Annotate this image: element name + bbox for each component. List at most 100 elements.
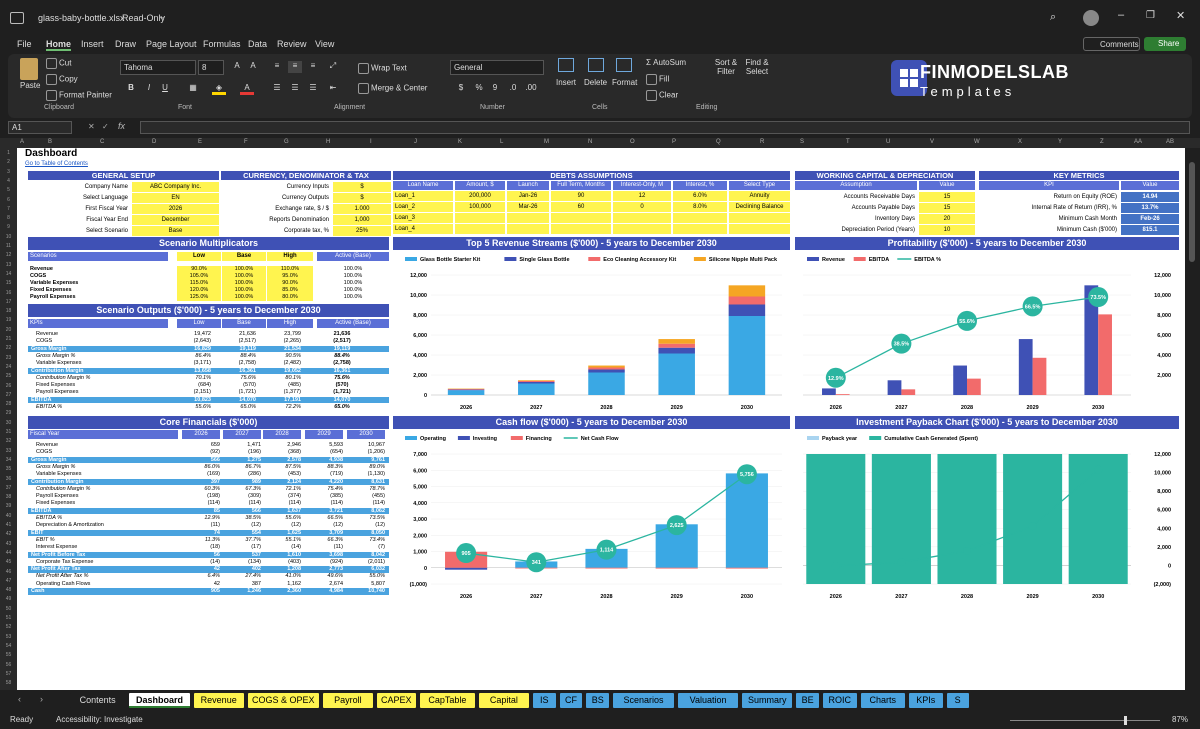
row-number[interactable]: 32 <box>2 438 15 444</box>
align-top-icon[interactable]: ≡ <box>270 61 284 73</box>
fill-color-icon[interactable]: ◈ <box>212 83 226 95</box>
row-number[interactable]: 52 <box>2 624 15 630</box>
format-painter-button[interactable]: Format Painter <box>46 90 112 101</box>
sheet-tab[interactable]: CAPEX <box>376 693 416 708</box>
percent-icon[interactable]: % <box>472 83 486 95</box>
row-number[interactable]: 3 <box>2 169 15 175</box>
row-number[interactable]: 31 <box>2 429 15 435</box>
sheet-tab[interactable]: CF <box>559 693 583 708</box>
row-number[interactable]: 27 <box>2 392 15 398</box>
align-right-icon[interactable]: ☰ <box>306 83 320 95</box>
column-header-cell[interactable]: S <box>800 139 804 145</box>
row-number[interactable]: 5 <box>2 187 15 193</box>
debt-value[interactable] <box>507 213 549 223</box>
sm-value[interactable]: 105.0% <box>177 273 221 280</box>
row-number[interactable]: 34 <box>2 457 15 463</box>
copy-button[interactable]: Copy <box>46 74 78 85</box>
paste-icon[interactable] <box>20 58 38 80</box>
decrease-decimal-icon[interactable]: .00 <box>524 83 538 95</box>
column-header-cell[interactable]: B <box>48 139 52 145</box>
sheet-tab[interactable]: COGS & OPEX <box>247 693 319 708</box>
debt-value[interactable]: Annuity <box>729 191 790 201</box>
row-number[interactable]: 16 <box>2 290 15 296</box>
next-sheet-icon[interactable]: › <box>40 694 43 704</box>
sm-value[interactable]: 110.0% <box>267 266 313 273</box>
row-number[interactable]: 4 <box>2 178 15 184</box>
sheet-tab[interactable]: ROIC <box>823 693 857 708</box>
row-number[interactable]: 46 <box>2 569 15 575</box>
restore-icon[interactable]: ❐ <box>1146 10 1155 21</box>
search-icon[interactable]: ⌕ <box>1050 11 1056 24</box>
zoom-slider-handle[interactable] <box>1124 716 1127 725</box>
increase-font-icon[interactable]: A <box>230 61 244 73</box>
autosum-button[interactable]: Σ AutoSum <box>646 58 686 67</box>
debt-value[interactable] <box>613 224 671 234</box>
align-left-icon[interactable]: ☰ <box>270 83 284 95</box>
column-header-cell[interactable]: U <box>886 139 890 145</box>
debt-value[interactable]: 0 <box>613 202 671 212</box>
underline-icon[interactable]: U <box>158 83 172 95</box>
row-number[interactable]: 54 <box>2 643 15 649</box>
sm-value[interactable]: 90.0% <box>177 266 221 273</box>
row-number[interactable]: 47 <box>2 578 15 584</box>
currency-value[interactable]: 1.000 <box>333 204 391 214</box>
format-button[interactable]: Format <box>612 78 637 87</box>
row-number[interactable]: 13 <box>2 262 15 268</box>
general-setup-value[interactable]: December <box>132 215 219 225</box>
enter-icon[interactable]: ✓ <box>102 122 109 131</box>
row-number[interactable]: 37 <box>2 485 15 491</box>
align-bottom-icon[interactable]: ≡ <box>306 61 320 73</box>
italic-icon[interactable]: I <box>142 83 156 95</box>
prev-sheet-icon[interactable]: ‹ <box>18 694 21 704</box>
row-number[interactable]: 51 <box>2 615 15 621</box>
row-number[interactable]: 29 <box>2 410 15 416</box>
avatar[interactable] <box>1083 10 1099 26</box>
delete-button[interactable]: Delete <box>584 78 607 87</box>
currency-value[interactable]: 1,000 <box>333 215 391 225</box>
column-header-cell[interactable]: N <box>588 139 592 145</box>
sheet-tab[interactable]: IS <box>532 693 556 708</box>
row-number[interactable]: 18 <box>2 308 15 314</box>
sheet-tab[interactable]: Charts <box>860 693 905 708</box>
row-number[interactable]: 20 <box>2 327 15 333</box>
chevron-down-icon[interactable]: ⌄ <box>158 11 166 22</box>
debt-value[interactable] <box>729 213 790 223</box>
sheet-tab[interactable]: Revenue <box>193 693 244 708</box>
sm-value[interactable]: 100.0% <box>222 280 266 287</box>
row-number[interactable]: 26 <box>2 383 15 389</box>
row-number[interactable]: 55 <box>2 652 15 658</box>
indent-icon[interactable]: ⇤ <box>326 83 340 95</box>
row-number[interactable]: 39 <box>2 503 15 509</box>
wc-value[interactable]: 15 <box>919 192 975 202</box>
row-number[interactable]: 36 <box>2 476 15 482</box>
currency-value[interactable]: $ <box>333 182 391 192</box>
sort-filter-button[interactable]: Sort & Filter <box>712 58 740 76</box>
column-header-cell[interactable]: Y <box>1058 139 1062 145</box>
debt-value[interactable]: 6.0% <box>673 191 727 201</box>
sm-value[interactable]: 125.0% <box>177 294 221 301</box>
sheet-tab[interactable]: Contents <box>70 693 126 708</box>
column-header-cell[interactable]: A <box>20 139 24 145</box>
column-header-cell[interactable]: W <box>974 139 980 145</box>
debt-value[interactable] <box>673 224 727 234</box>
increase-decimal-icon[interactable]: .0 <box>506 83 520 95</box>
worksheet[interactable]: Dashboard Go to Table of Contents GENERA… <box>17 148 1185 690</box>
sheet-tab[interactable]: BE <box>796 693 819 708</box>
column-header-cell[interactable]: T <box>846 139 850 145</box>
row-number[interactable]: 15 <box>2 280 15 286</box>
debt-value[interactable] <box>673 213 727 223</box>
scroll-thumb[interactable] <box>1189 162 1195 262</box>
row-number[interactable]: 24 <box>2 364 15 370</box>
sm-value[interactable]: 100.0% <box>222 294 266 301</box>
menu-draw[interactable]: Draw <box>115 39 136 49</box>
column-header-cell[interactable]: C <box>100 139 104 145</box>
currency-value[interactable]: $ <box>333 193 391 203</box>
row-number[interactable]: 28 <box>2 401 15 407</box>
menu-home[interactable]: Home <box>46 39 72 51</box>
function-icon[interactable]: fx <box>118 121 125 131</box>
wrap-text-button[interactable]: Wrap Text <box>358 63 407 74</box>
clear-button[interactable]: Clear <box>646 90 678 101</box>
align-center-icon[interactable]: ☰ <box>288 83 302 95</box>
debt-value[interactable]: 60 <box>551 202 611 212</box>
row-number[interactable]: 9 <box>2 224 15 230</box>
